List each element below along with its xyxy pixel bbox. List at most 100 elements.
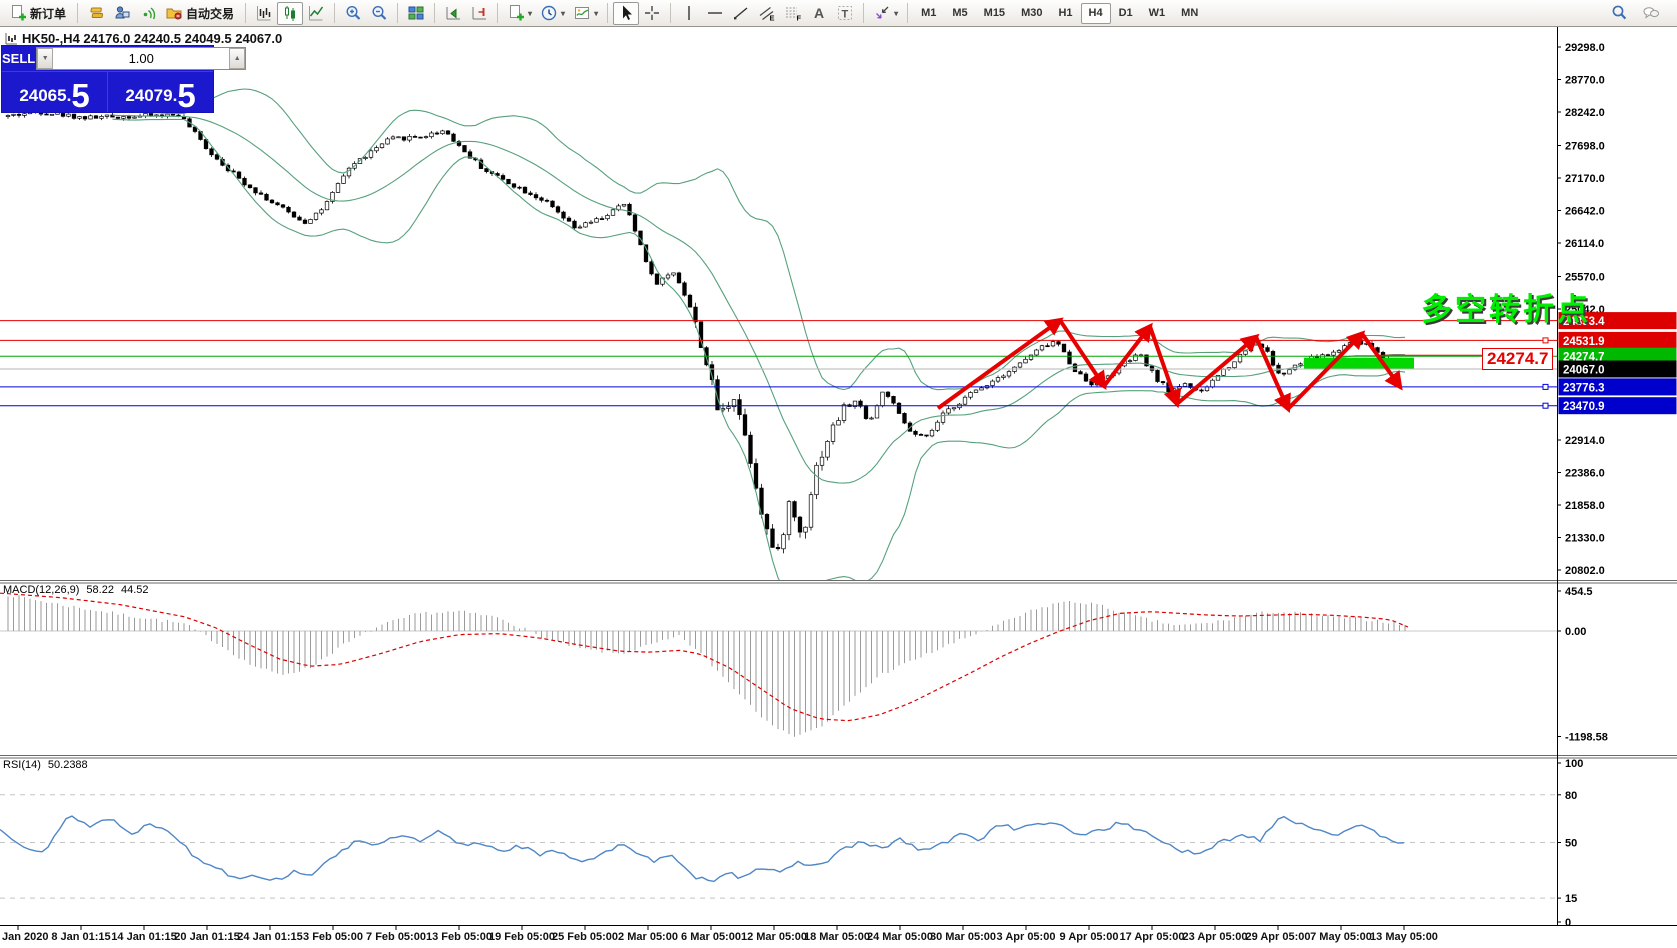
timeframe-m1-button[interactable]: M1 <box>913 3 944 24</box>
main-toolbar: 新订单 自动交易 ▾ ▾ ▾ E F A T ▾ M1 M5 M15 M30 H1 H4 D1 W1 MN <box>0 0 1677 27</box>
tile-icon <box>408 6 424 20</box>
template-icon <box>575 7 590 19</box>
volume-input[interactable] <box>53 48 230 69</box>
buy-price[interactable]: 24079. 5 <box>108 72 213 112</box>
time-axis-label: 6 Mar 05:00 <box>681 931 741 943</box>
macd-indicator-label: MACD(12,26,9) 58.22 44.52 <box>3 584 148 596</box>
horizontal-level-line[interactable] <box>0 383 1557 390</box>
candlestick-chart-button[interactable] <box>277 1 304 25</box>
zoom-out-icon <box>372 5 387 20</box>
text-label-button[interactable]: T <box>832 2 858 25</box>
one-click-trading-panel: SELL ▼ ▲ BUY 24065.5 24079.5 <box>1 45 275 113</box>
sell-button[interactable]: SELL <box>2 46 35 71</box>
auto-trading-button[interactable]: 自动交易 <box>161 2 240 25</box>
timeframe-m30-button[interactable]: M30 <box>1013 3 1050 24</box>
tile-windows-button[interactable] <box>403 2 429 25</box>
bars-icon <box>257 6 271 21</box>
price-axis-label: 26114.0 <box>1565 238 1604 250</box>
textT-icon: T <box>838 6 853 21</box>
person-icon <box>115 6 130 19</box>
horizontal-level-line[interactable] <box>0 337 1557 344</box>
price-tag-label: 23470.9 <box>1563 401 1605 413</box>
rsi-axis-label: 50 <box>1565 838 1577 850</box>
autoscroll-icon <box>446 7 461 20</box>
highlight-bar-annotation[interactable] <box>1304 357 1414 369</box>
clock-icon <box>541 5 557 21</box>
buy-button[interactable]: BUY <box>247 46 274 71</box>
timeframe-d1-button[interactable]: D1 <box>1111 3 1141 24</box>
time-axis[interactable]: Jan 2020 8 Jan 01:15 14 Jan 01:1520 Jan 01… <box>2 925 1438 943</box>
price-tag-label: 23776.3 <box>1563 382 1605 394</box>
signal-icon <box>143 7 156 20</box>
cursor-button[interactable] <box>613 1 640 25</box>
price-tag-label: 24531.9 <box>1563 336 1605 348</box>
timeframe-w1-button[interactable]: W1 <box>1141 3 1174 24</box>
market-button[interactable] <box>83 2 109 25</box>
price-axis-label: 26642.0 <box>1565 206 1605 218</box>
toolbar-separator <box>245 3 247 23</box>
chart-shift-button[interactable] <box>466 2 492 25</box>
text-button[interactable]: A <box>806 2 832 25</box>
rsi-indicator-label: RSI(14) 50.2388 <box>3 759 88 771</box>
toolbar-separator <box>434 3 436 23</box>
templates-button[interactable]: ▾ <box>569 2 602 25</box>
macd-signal-value: 44.52 <box>120 584 149 596</box>
volume-decrease-button[interactable]: ▼ <box>37 48 54 69</box>
macd-axis-label: 454.5 <box>1565 586 1593 598</box>
dropdown-arrow-icon: ▾ <box>561 8 566 18</box>
doc-plus-icon <box>12 5 26 21</box>
timeframe-m15-button[interactable]: M15 <box>976 3 1013 24</box>
chat-icon <box>1643 7 1659 19</box>
channel-button[interactable]: E <box>754 2 780 25</box>
vertical-line-button[interactable] <box>676 2 702 25</box>
buy-price-fraction: 5 <box>177 76 196 114</box>
chat-button[interactable] <box>1638 2 1664 25</box>
rsi-axis-label: 80 <box>1565 790 1577 802</box>
price-axis-label: 22386.0 <box>1565 468 1605 480</box>
shift-icon <box>472 7 487 20</box>
time-axis-label: 8 Jan 01:15 <box>51 931 110 943</box>
mql-community-button[interactable] <box>109 2 135 25</box>
indicators-button[interactable]: ▾ <box>503 2 536 25</box>
periods-button[interactable]: ▾ <box>536 2 569 25</box>
zoom-in-button[interactable] <box>340 2 366 25</box>
time-axis-label: 7 May 05:00 <box>1310 931 1372 943</box>
trendline-button[interactable] <box>728 2 754 25</box>
line-chart-button[interactable] <box>303 2 329 25</box>
timeframe-mn-button[interactable]: MN <box>1173 3 1206 24</box>
price-axis-label: 21330.0 <box>1565 533 1605 545</box>
zoom-out-button[interactable] <box>366 2 392 25</box>
arrows-button[interactable]: ▾ <box>869 2 902 25</box>
signals-button[interactable] <box>135 2 161 25</box>
macd-pane[interactable]: 454.5 0.00 -1198.58 <box>0 586 1608 743</box>
timeframe-h1-button[interactable]: H1 <box>1050 3 1080 24</box>
search-button[interactable] <box>1606 2 1632 25</box>
price-callout-label[interactable]: 24274.7 <box>1482 348 1554 370</box>
bull-bear-turning-point-annotation[interactable]: 多空转折点 <box>1421 284 1591 329</box>
price-axis-label: 28770.0 <box>1565 75 1605 87</box>
auto-scroll-button[interactable] <box>440 2 466 25</box>
rsi-line <box>0 815 1405 883</box>
price-axis-label: 21858.0 <box>1565 500 1605 512</box>
time-axis-label: 14 Jan 01:15 <box>111 931 176 943</box>
volume-increase-button[interactable]: ▲ <box>229 48 246 69</box>
horizontal-line-button[interactable] <box>702 2 728 25</box>
timeframe-m5-button[interactable]: M5 <box>944 3 975 24</box>
fibo-icon: F <box>786 7 802 22</box>
toolbar-separator <box>334 3 336 23</box>
rsi-pane[interactable]: 100 80 50 15 0 <box>0 758 1583 929</box>
timeframe-h4-button[interactable]: H4 <box>1080 2 1111 24</box>
crosshair-button[interactable] <box>639 2 665 25</box>
time-axis-label: 13 May 05:00 <box>1370 931 1438 943</box>
chart-window-icon <box>5 33 17 45</box>
chart-canvas[interactable]: 29298.0 28770.0 28242.0 27698.0 27170.0 26642… <box>0 0 1677 948</box>
bar-chart-button[interactable] <box>251 2 277 25</box>
sell-price[interactable]: 24065. 5 <box>2 72 108 112</box>
time-axis-label: 29 Apr 05:00 <box>1245 931 1310 943</box>
toolbar-separator <box>77 3 79 23</box>
folder-icon <box>166 8 182 20</box>
time-axis-label: 3 Feb 05:00 <box>303 931 363 943</box>
fibonacci-button[interactable]: F <box>780 2 806 25</box>
main-pane[interactable] <box>0 88 1557 595</box>
new-order-button[interactable]: 新订单 <box>5 2 72 25</box>
